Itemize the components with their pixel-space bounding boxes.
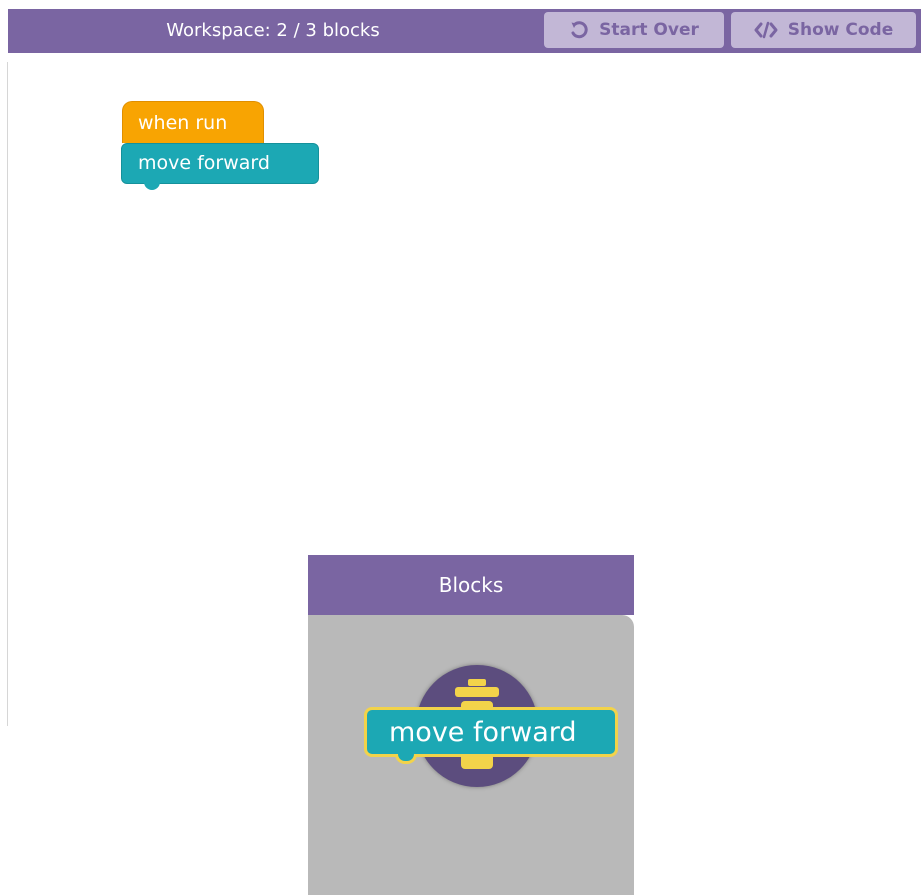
- when-run-block[interactable]: when run: [122, 101, 264, 148]
- workspace-divider: [7, 62, 8, 726]
- workspace-block-count: Workspace: 2 / 3 blocks: [166, 20, 380, 41]
- when-run-label: when run: [138, 112, 228, 134]
- app-root: Workspace: 2 / 3 blocks Start Over Show …: [0, 0, 921, 895]
- undo-icon: [569, 20, 589, 40]
- start-over-button[interactable]: Start Over: [544, 12, 724, 48]
- workspace-header: Workspace: 2 / 3 blocks Start Over Show …: [8, 9, 921, 53]
- show-code-label: Show Code: [787, 20, 894, 40]
- toolbox-title: Blocks: [308, 555, 634, 615]
- block-connector: [144, 182, 160, 190]
- show-code-button[interactable]: Show Code: [731, 12, 916, 48]
- dragged-block-label: move forward: [389, 716, 577, 748]
- blocks-toolbox: Blocks move forward: [308, 555, 634, 895]
- block-connector: [395, 754, 417, 764]
- dragged-move-forward-block[interactable]: move forward: [364, 707, 618, 764]
- move-forward-block[interactable]: move forward: [121, 143, 319, 190]
- toolbox-panel[interactable]: move forward: [308, 615, 634, 895]
- move-forward-label: move forward: [138, 152, 270, 174]
- start-over-label: Start Over: [599, 20, 699, 40]
- code-icon: [754, 20, 778, 40]
